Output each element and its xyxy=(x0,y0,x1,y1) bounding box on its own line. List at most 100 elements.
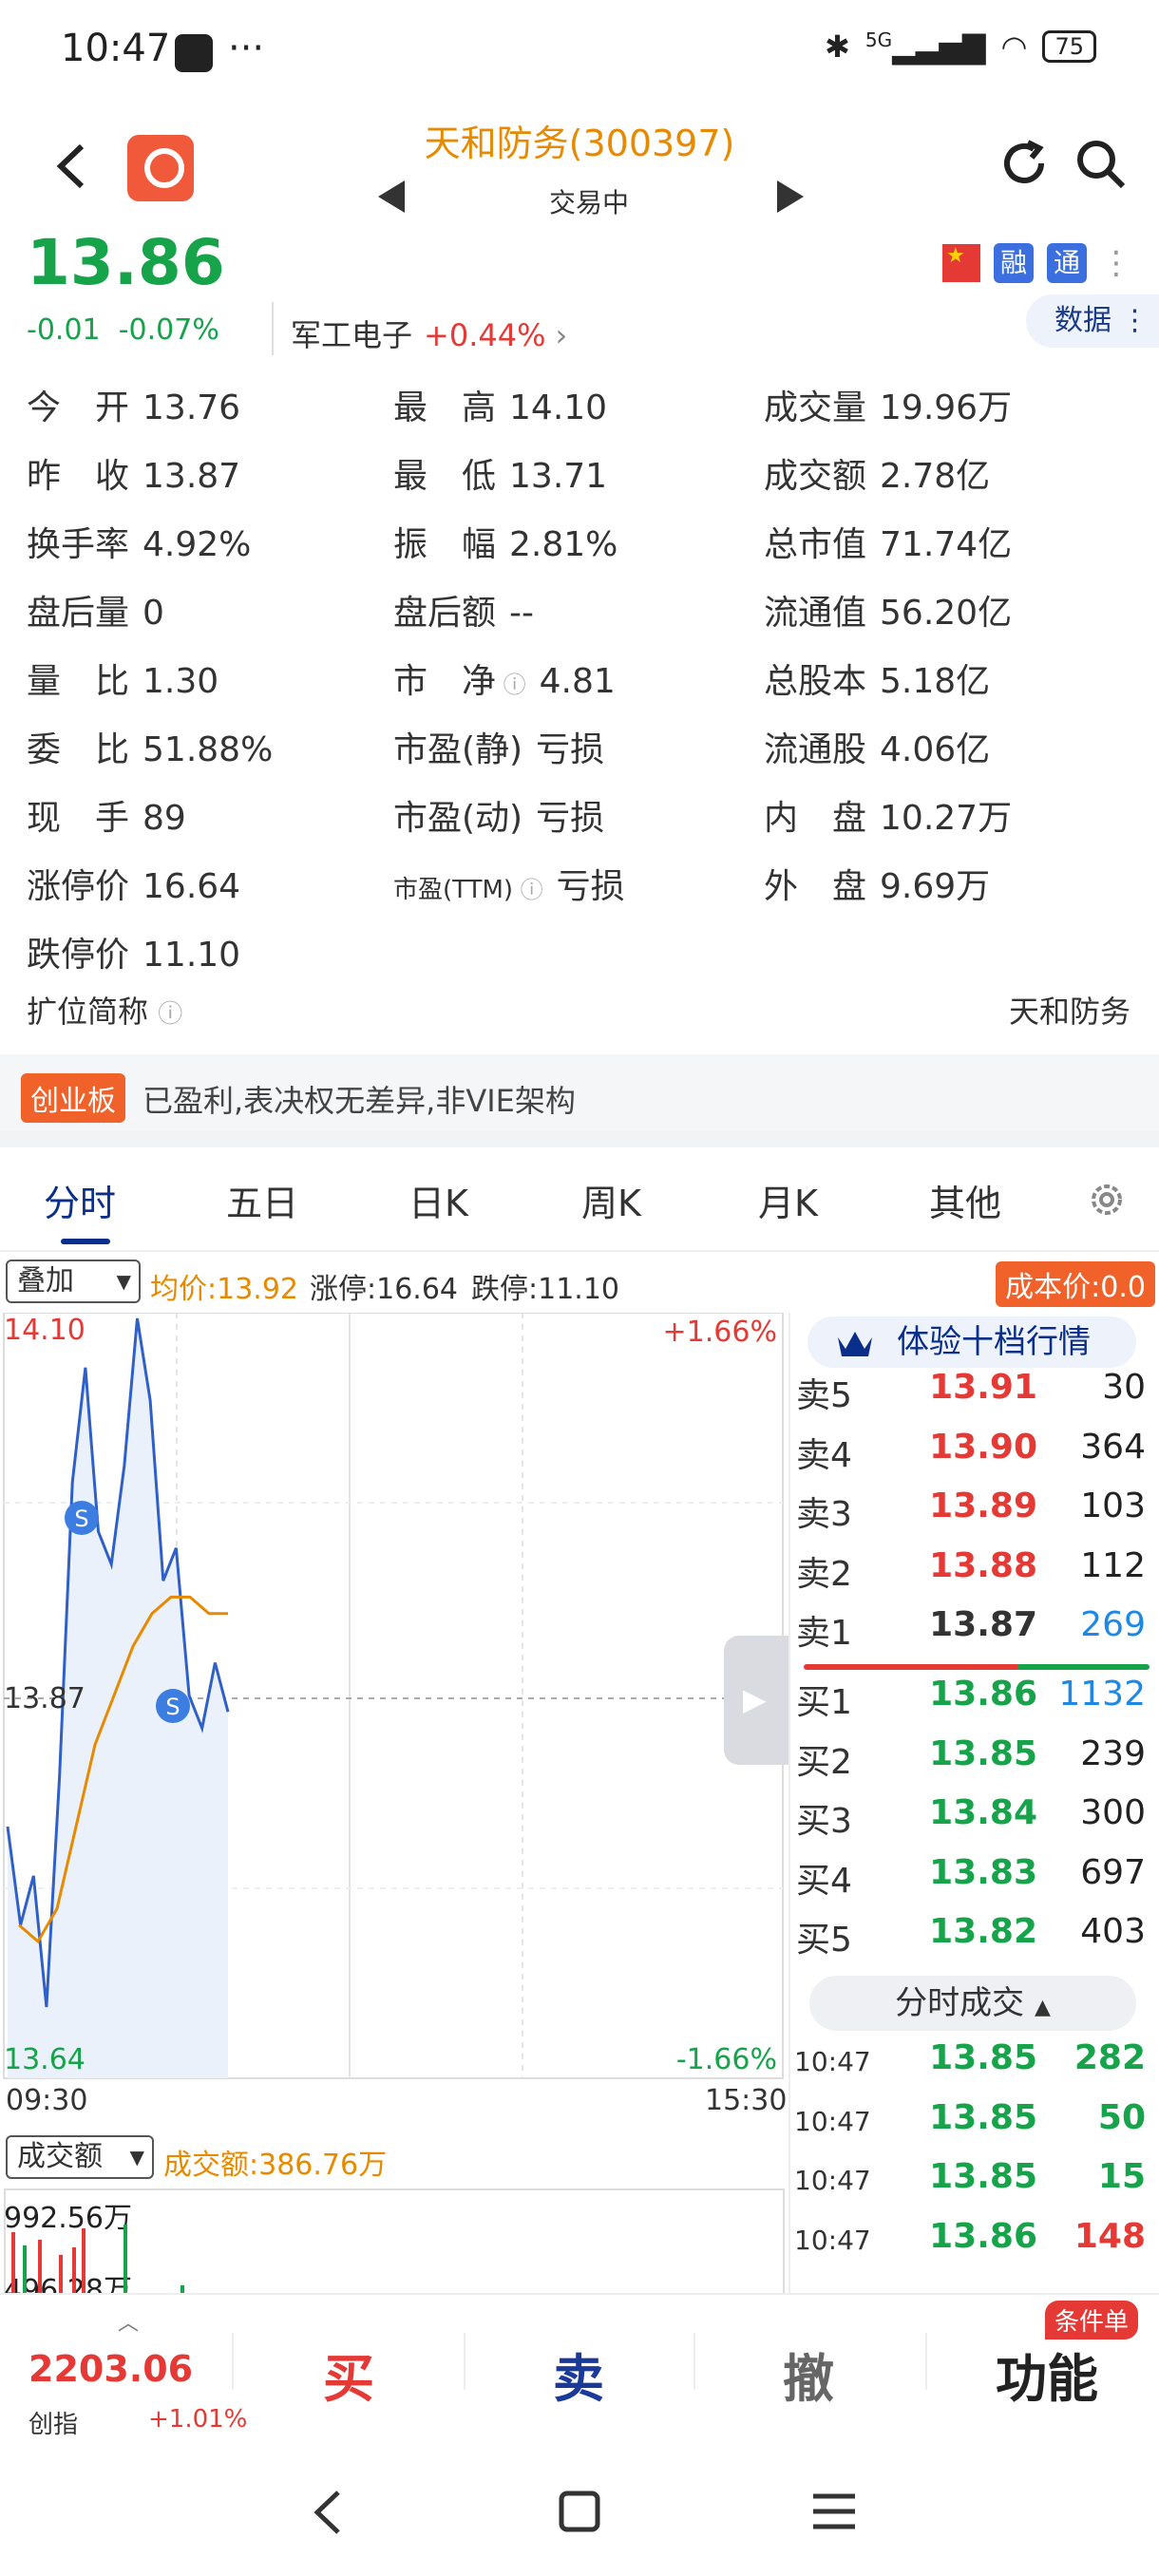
stat-item: 量 比 1.30 xyxy=(27,653,218,703)
expand-caret-icon[interactable]: ︿ xyxy=(118,2306,139,2337)
tab-other[interactable]: 其他 xyxy=(929,1174,1001,1226)
level-price: 13.83 xyxy=(929,1852,1037,1892)
stat-item: 总股本 5.18亿 xyxy=(764,653,990,703)
x-open-label: 09:30 xyxy=(6,2084,88,2117)
help-icon[interactable]: ⓘ xyxy=(513,877,543,903)
stat-value: 10.27万 xyxy=(880,799,1013,838)
stat-item: 涨停价 16.64 xyxy=(27,859,240,908)
function-button[interactable]: 功能 xyxy=(996,2337,1098,2412)
margin-badge[interactable]: 融 xyxy=(994,243,1034,283)
ask-row[interactable]: 卖5 13.91 30 xyxy=(788,1368,1159,1429)
expand-handle[interactable]: ▶ xyxy=(724,1636,788,1765)
bid-row[interactable]: 买1 13.86 1132 xyxy=(788,1675,1159,1735)
ask-row[interactable]: 卖2 13.88 112 xyxy=(788,1546,1159,1607)
intraday-chart[interactable]: S S 14.10 13.87 13.64 +1.66% -1.66% xyxy=(0,1313,788,2082)
stat-label: 最 高 xyxy=(393,388,497,427)
nav-home-icon[interactable] xyxy=(559,2491,600,2532)
volume-bar xyxy=(38,2240,42,2295)
level-price: 13.86 xyxy=(929,1675,1037,1714)
chevron-right-icon: › xyxy=(555,317,568,353)
stat-item: 昨 收 13.87 xyxy=(27,448,240,498)
tick-price: 13.85 xyxy=(929,2097,1037,2137)
section-separator xyxy=(0,1130,1159,1147)
tab-five-day[interactable]: 五日 xyxy=(226,1174,298,1226)
stat-label: 总市值 xyxy=(764,525,867,564)
tick-time: 10:47 xyxy=(794,2046,871,2077)
stat-value: 1.30 xyxy=(142,662,219,701)
trade-tick-row: 10:47 13.86 148 xyxy=(788,2217,1159,2278)
status-bar: 10:47 ··· ✱ 5G▂▃▅▇ ◠ 75 xyxy=(0,0,1159,104)
overlay-dropdown[interactable]: 叠加 ▼ xyxy=(6,1260,141,1303)
index-value[interactable]: 2203.06 xyxy=(28,2348,193,2390)
ask-row[interactable]: 卖1 13.87 269 xyxy=(788,1605,1159,1666)
level-price: 13.91 xyxy=(929,1368,1037,1407)
buy-button[interactable]: 买 xyxy=(323,2337,374,2412)
cancel-button[interactable]: 撤 xyxy=(783,2337,834,2412)
sell-marker: S xyxy=(65,1501,99,1535)
stat-label: 跌停价 xyxy=(27,936,130,975)
bid-row[interactable]: 买4 13.83 697 xyxy=(788,1853,1159,1914)
time-sales-toggle[interactable]: 分时成交 ▲ xyxy=(809,1976,1136,2031)
tab-weekly-k[interactable]: 周K xyxy=(581,1174,641,1226)
stat-label: 盘后额 xyxy=(393,594,497,633)
stat-label: 市 净 xyxy=(393,662,497,701)
refresh-icon[interactable] xyxy=(996,135,1053,192)
volume-selector-dropdown[interactable]: 成交额 ▼ xyxy=(6,2135,154,2179)
tab-intraday[interactable]: 分时 xyxy=(44,1174,116,1226)
more-vertical-icon: ⋮ xyxy=(1120,304,1150,337)
level-label: 买1 xyxy=(796,1683,852,1722)
stat-item: 今 开 13.76 xyxy=(27,380,240,429)
level-price: 13.87 xyxy=(929,1605,1037,1645)
divider xyxy=(272,302,274,355)
stat-value: 亏损 xyxy=(536,730,605,769)
data-button[interactable]: 数据 ⋮ xyxy=(1026,294,1159,348)
stat-label: 流通值 xyxy=(764,594,867,633)
tab-daily-k[interactable]: 日K xyxy=(408,1174,468,1226)
stat-value: 11.10 xyxy=(142,936,241,975)
bid-row[interactable]: 买3 13.84 300 xyxy=(788,1793,1159,1854)
stat-item: 内 盘 10.27万 xyxy=(764,790,1012,840)
level-label: 卖5 xyxy=(796,1376,852,1415)
nav-back-icon[interactable] xyxy=(310,2489,344,2536)
level-quantity: 30 xyxy=(1102,1368,1146,1407)
ext-name-label: 扩位简称 ⓘ xyxy=(27,994,183,1030)
stat-value: 亏损 xyxy=(556,867,625,906)
bid-row[interactable]: 买5 13.82 403 xyxy=(788,1912,1159,1973)
sell-button[interactable]: 卖 xyxy=(553,2337,604,2412)
stat-label: 流通股 xyxy=(764,730,867,769)
tick-price: 13.85 xyxy=(929,2038,1037,2077)
bid-row[interactable]: 买2 13.85 239 xyxy=(788,1734,1159,1795)
chevron-down-icon: ▼ xyxy=(129,2146,144,2169)
stat-item: 跌停价 11.10 xyxy=(27,927,240,976)
level-label: 买4 xyxy=(796,1861,852,1901)
stat-label: 涨停价 xyxy=(27,867,130,906)
stat-item: 成交量 19.96万 xyxy=(764,380,1012,429)
volume-bar xyxy=(11,2232,15,2295)
stat-label: 成交量 xyxy=(764,388,867,427)
gear-icon[interactable] xyxy=(1087,1180,1127,1220)
more-vertical-icon[interactable]: ⋮ xyxy=(1100,247,1132,279)
connect-badge[interactable]: 通 xyxy=(1047,243,1087,283)
divider xyxy=(694,2333,695,2390)
system-nav-bar xyxy=(0,2454,1159,2576)
search-icon[interactable] xyxy=(1072,135,1129,192)
ask-row[interactable]: 卖3 13.89 103 xyxy=(788,1487,1159,1547)
stat-value: 51.88% xyxy=(142,730,274,769)
tab-monthly-k[interactable]: 月K xyxy=(758,1174,818,1226)
help-icon[interactable]: ⓘ xyxy=(496,672,526,698)
nav-menu-icon[interactable] xyxy=(813,2492,855,2530)
prev-stock-arrow-icon[interactable] xyxy=(378,180,405,213)
up-limit: 涨停:16.64 xyxy=(310,1273,458,1306)
sector-link[interactable]: 军工电子 +0.44% › xyxy=(291,312,567,355)
stock-title[interactable]: 天和防务(300397) xyxy=(0,114,1159,166)
next-stock-arrow-icon[interactable] xyxy=(777,180,804,213)
volume-amount: 成交额:386.76万 xyxy=(163,2149,388,2182)
pct-low-label: -1.66% xyxy=(676,2043,777,2076)
conditional-order-badge[interactable]: 条件单 xyxy=(1045,2301,1139,2339)
chart-tabs: 分时 五日 日K 周K 月K 其他 xyxy=(0,1147,1159,1252)
stat-label: 最 低 xyxy=(393,457,497,496)
cost-price-badge[interactable]: 成本价:0.0 xyxy=(996,1261,1155,1307)
level-quantity: 103 xyxy=(1080,1487,1146,1526)
ask-row[interactable]: 卖4 13.90 364 xyxy=(788,1428,1159,1488)
volume-panel: 成交额 ▼ 成交额:386.76万 992.56万 496.28万 xyxy=(0,2133,788,2295)
